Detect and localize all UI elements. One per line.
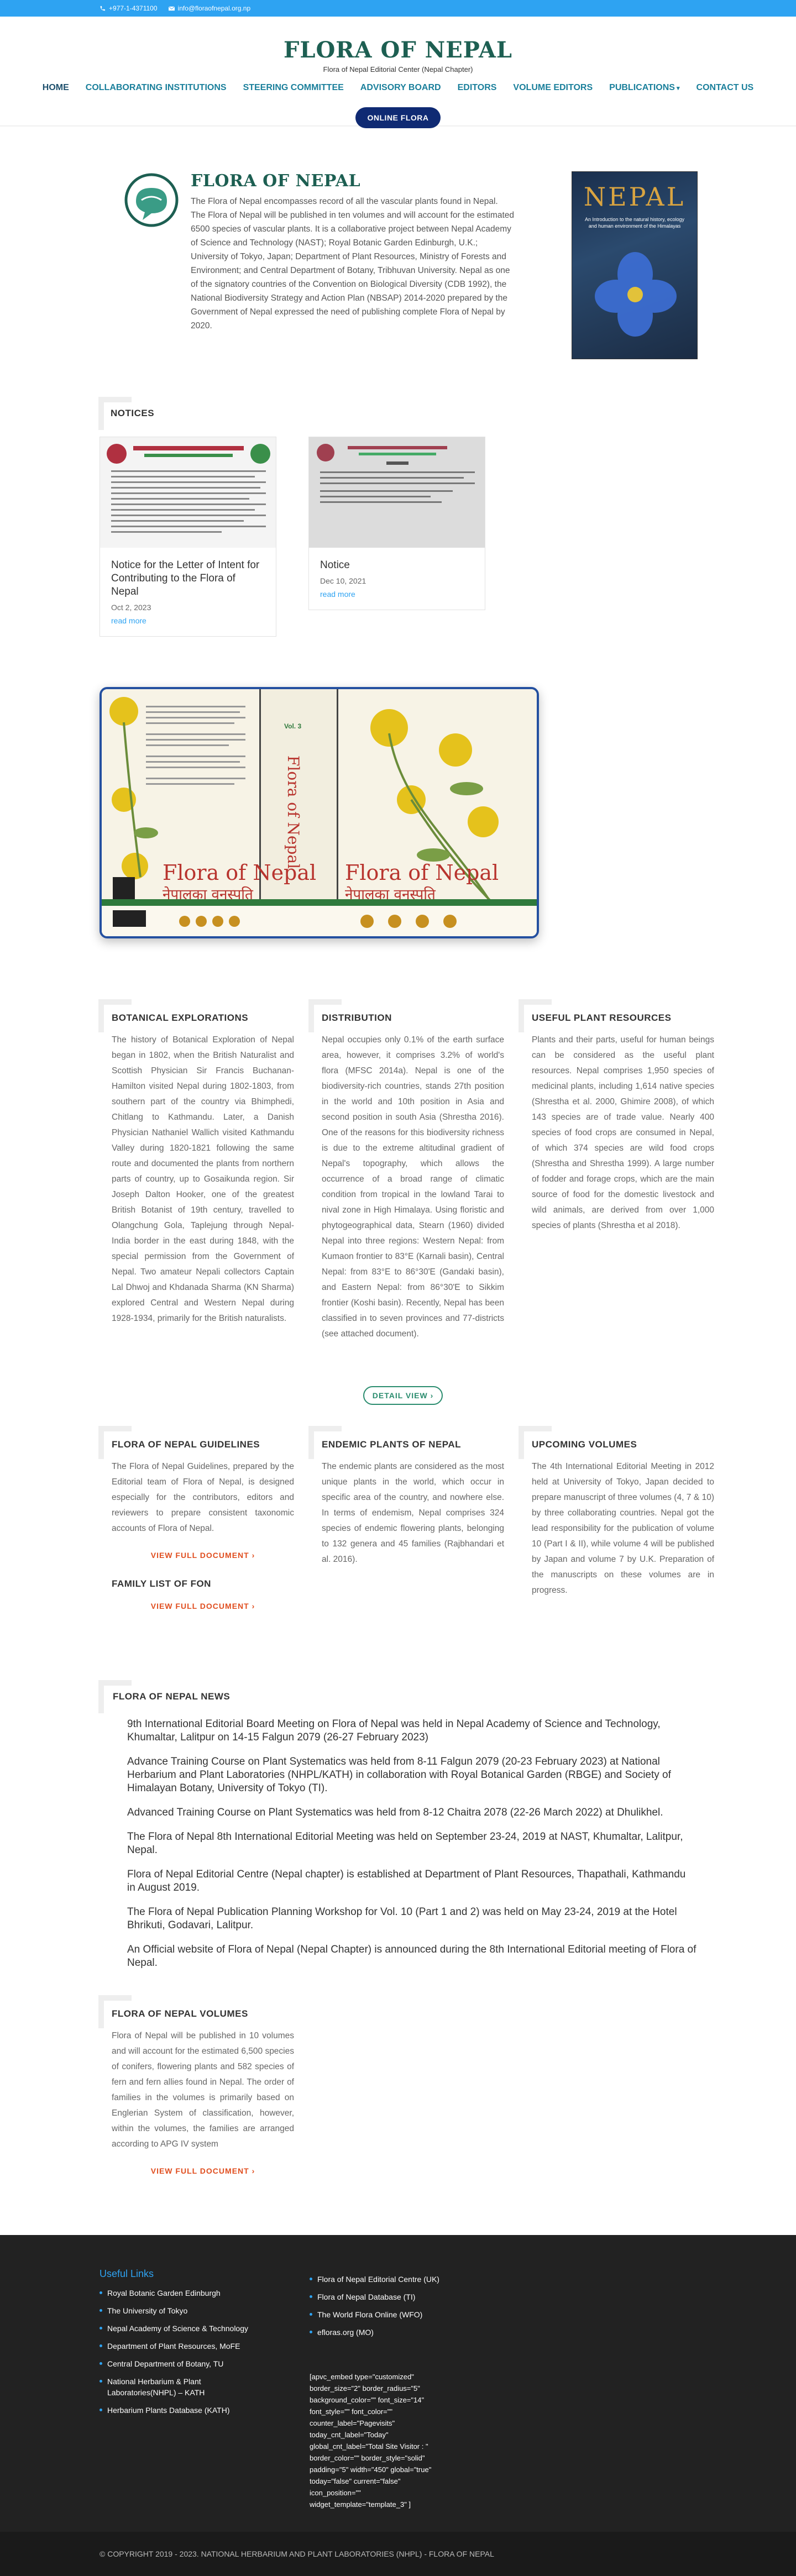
section-text: The 4th International Editorial Meeting …: [532, 1462, 714, 1595]
news-item: Flora of Nepal Editorial Centre (Nepal c…: [127, 1869, 686, 1893]
site-logo-subtitle: Flora of Nepal Editorial Center (Nepal C…: [323, 65, 473, 74]
section-heading: ENDEMIC PLANTS OF NEPAL: [322, 1439, 462, 1450]
footer-link[interactable]: The University of Tokyo: [100, 2305, 265, 2316]
footer-links-left: Royal Botanic Garden Edinburgh The Unive…: [100, 2288, 265, 2422]
section-text: Nepal occupies only 0.1% of the earth su…: [322, 1035, 504, 1339]
blue-poppy-image: [595, 252, 677, 337]
footer-link[interactable]: Flora of Nepal Editorial Centre (UK): [310, 2274, 475, 2285]
guidelines-section: FLORA OF NEPAL GUIDELINES The Flora of N…: [112, 1437, 294, 1563]
main-nav: HOME COLLABORATING INSTITUTIONS STEERING…: [0, 83, 796, 93]
botanical-explorations-section: BOTANICAL EXPLORATIONS The history of Bo…: [112, 1010, 294, 1326]
footer-link[interactable]: efloras.org (MO): [310, 2327, 475, 2338]
nav-home[interactable]: HOME: [43, 83, 69, 93]
email-text: info@floraofnepal.org.np: [177, 4, 251, 12]
section-heading: DISTRIBUTION: [322, 1012, 392, 1023]
nav-collaborating-institutions[interactable]: COLLABORATING INSTITUTIONS: [86, 83, 227, 93]
footer-link[interactable]: Department of Plant Resources, MoFE: [100, 2341, 265, 2352]
banner-front-title-np: नेपालका वनस्पति: [345, 886, 436, 903]
news-item: Advanced Training Course on Plant System…: [127, 1807, 663, 1818]
notice-thumbnail: [100, 437, 276, 548]
nav-editors[interactable]: EDITORS: [458, 83, 497, 93]
footer-link[interactable]: The World Flora Online (WFO): [310, 2309, 475, 2320]
flora-volume-cover-banner: Flora of Nepal नेपालका वनस्पति Flora of …: [100, 687, 539, 938]
visitor-counter-shortcode: [apvc_embed type="customized" border_siz…: [310, 2373, 432, 2509]
site-logo-title[interactable]: FLORA OF NEPAL: [0, 37, 796, 63]
section-heading: BOTANICAL EXPLORATIONS: [112, 1012, 249, 1023]
book-subtitle: An Introduction to the natural history, …: [585, 217, 684, 229]
footer-link[interactable]: Central Department of Botany, TU: [100, 2358, 265, 2369]
phone-contact[interactable]: +977-1-4371100: [100, 4, 158, 12]
flora-logo-icon: [124, 173, 179, 227]
news-item: 9th International Editorial Board Meetin…: [127, 1718, 661, 1743]
notice-thumbnail: [309, 437, 485, 548]
email-contact[interactable]: info@floraofnepal.org.np: [168, 4, 251, 12]
footer-heading: Useful Links: [100, 2268, 154, 2279]
view-full-document-link[interactable]: VIEW FULL DOCUMENT ›: [112, 1547, 294, 1563]
site-footer: Useful Links Royal Botanic Garden Edinbu…: [0, 2235, 796, 2576]
nepal-book-cover[interactable]: NEPAL An Introduction to the natural his…: [572, 171, 698, 359]
section-heading: UPCOMING VOLUMES: [532, 1439, 637, 1450]
section-text: Flora of Nepal will be published in 10 v…: [112, 2031, 294, 2149]
section-heading: FLORA OF NEPAL GUIDELINES: [112, 1439, 260, 1450]
distribution-section: DISTRIBUTION Nepal occupies only 0.1% of…: [322, 1010, 504, 1342]
banner-title-np: नेपालका वनस्पति: [163, 886, 253, 903]
notice-title[interactable]: Notice: [309, 548, 485, 572]
view-full-document-link[interactable]: VIEW FULL DOCUMENT ›: [112, 2163, 294, 2179]
footer-link[interactable]: National Herbarium & Plant Laboratories(…: [100, 2376, 265, 2398]
news-section: FLORA OF NEPAL NEWS 9th International Ed…: [100, 1691, 696, 1981]
footer-link[interactable]: Nepal Academy of Science & Technology: [100, 2323, 265, 2334]
section-heading: USEFUL PLANT RESOURCES: [532, 1012, 672, 1023]
section-heading: FLORA OF NEPAL VOLUMES: [112, 2008, 248, 2019]
nav-publications[interactable]: PUBLICATIONS: [609, 83, 679, 93]
notices-heading: NOTICES: [111, 408, 155, 418]
useful-plant-resources-section: USEFUL PLANT RESOURCES Plants and their …: [532, 1010, 714, 1234]
news-item: The Flora of Nepal Publication Planning …: [127, 1906, 677, 1931]
banner-spine-en: Flora of Nepal: [284, 756, 302, 869]
online-flora-button[interactable]: ONLINE FLORA: [355, 107, 441, 128]
notice-card[interactable]: Notice for the Letter of Intent for Cont…: [100, 437, 276, 637]
family-list-section: FAMILY LIST OF FON VIEW FULL DOCUMENT ›: [112, 1576, 294, 1614]
endemic-plants-section: ENDEMIC PLANTS OF NEPAL The endemic plan…: [322, 1437, 504, 1567]
banner-volume-label: Vol. 3: [284, 722, 302, 730]
site-header: FLORA OF NEPAL Flora of Nepal Editorial …: [0, 17, 796, 128]
section-heading: FAMILY LIST OF FON: [112, 1578, 211, 1589]
notice-date: Oct 2, 2023: [111, 603, 151, 612]
footer-link[interactable]: Royal Botanic Garden Edinburgh: [100, 2288, 265, 2299]
read-more-link[interactable]: read more: [100, 612, 276, 636]
notice-title[interactable]: Notice for the Letter of Intent for Cont…: [100, 548, 276, 599]
section-text: The Flora of Nepal Guidelines, prepared …: [112, 1462, 294, 1533]
top-bar: +977-1-4371100 info@floraofnepal.org.np: [0, 0, 796, 17]
intro-section: FLORA OF NEPAL The Flora of Nepal encomp…: [0, 166, 796, 365]
intro-title: FLORA OF NEPAL: [191, 171, 361, 191]
nav-volume-editors[interactable]: VOLUME EDITORS: [513, 83, 593, 93]
section-text: The endemic plants are considered as the…: [322, 1462, 504, 1564]
upcoming-volumes-section: UPCOMING VOLUMES The 4th International E…: [532, 1437, 714, 1598]
phone-icon: [100, 6, 106, 11]
section-text: The history of Botanical Exploration of …: [112, 1035, 294, 1323]
detail-view-button[interactable]: DETAIL VIEW ›: [363, 1386, 443, 1405]
nav-advisory-board[interactable]: ADVISORY BOARD: [360, 83, 441, 93]
phone-text: +977-1-4371100: [109, 4, 158, 12]
footer-link[interactable]: Flora of Nepal Database (TI): [310, 2291, 475, 2302]
email-icon: [168, 6, 175, 11]
volumes-section: FLORA OF NEPAL VOLUMES Flora of Nepal wi…: [112, 2006, 294, 2179]
footer-link[interactable]: Herbarium Plants Database (KATH): [100, 2405, 265, 2416]
notice-card[interactable]: Notice Dec 10, 2021 read more: [308, 437, 485, 610]
nav-steering-committee[interactable]: STEERING COMMITTEE: [243, 83, 344, 93]
copyright-text: © COPYRIGHT 2019 - 2023. NATIONAL HERBAR…: [100, 2549, 494, 2558]
news-item: Advance Training Course on Plant Systema…: [127, 1756, 671, 1794]
copyright-bar: © COPYRIGHT 2019 - 2023. NATIONAL HERBAR…: [0, 2532, 796, 2576]
footer-links-right: Flora of Nepal Editorial Centre (UK) Flo…: [310, 2274, 475, 2344]
news-item: The Flora of Nepal 8th International Edi…: [127, 1831, 683, 1856]
intro-text: The Flora of Nepal encompasses record of…: [191, 197, 515, 330]
notice-date: Dec 10, 2021: [320, 576, 366, 585]
section-text: Plants and their parts, useful for human…: [532, 1035, 714, 1230]
view-full-document-link[interactable]: VIEW FULL DOCUMENT ›: [112, 1598, 294, 1614]
book-title: NEPAL: [583, 182, 686, 212]
nav-contact-us[interactable]: CONTACT US: [696, 83, 754, 93]
banner-front-title-en: Flora of Nepal: [345, 861, 499, 885]
news-item: An Official website of Flora of Nepal (N…: [127, 1944, 696, 1969]
news-heading: FLORA OF NEPAL NEWS: [113, 1691, 231, 1702]
read-more-link[interactable]: read more: [309, 585, 485, 610]
